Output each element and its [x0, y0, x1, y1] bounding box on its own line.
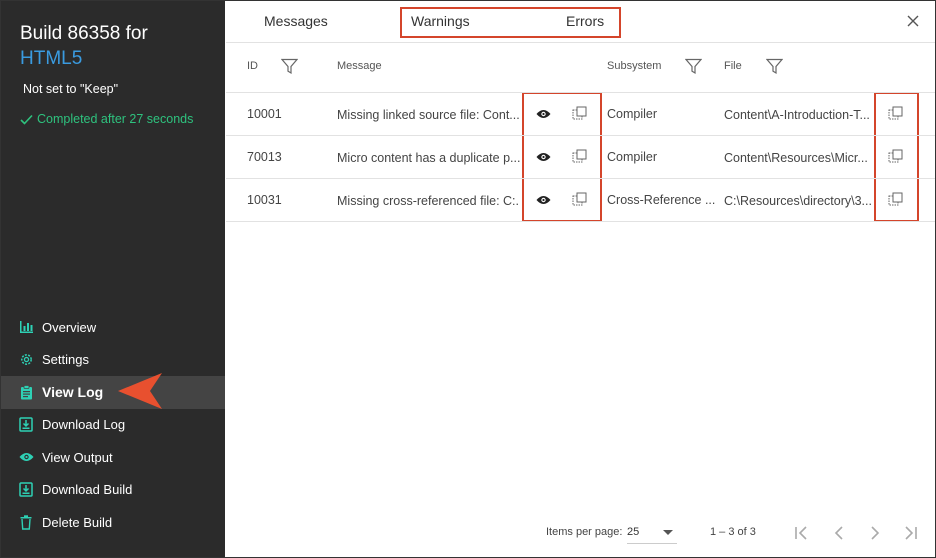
- sidebar-item-label: Settings: [42, 352, 89, 368]
- copy-icon[interactable]: [888, 149, 903, 164]
- sidebar-item-label: View Log: [42, 384, 104, 401]
- download-icon: [18, 417, 34, 433]
- sidebar-item-download-build[interactable]: Download Build: [1, 474, 225, 507]
- checkmark-icon: [20, 114, 33, 125]
- sidebar-item-settings[interactable]: Settings: [1, 344, 225, 377]
- first-page-icon[interactable]: [793, 524, 811, 542]
- build-target: HTML5: [20, 48, 83, 69]
- cell-subsystem: Compiler: [607, 150, 658, 164]
- copy-icon[interactable]: [888, 106, 903, 121]
- keep-status: Not set to "Keep": [23, 82, 119, 96]
- previous-page-icon[interactable]: [830, 524, 848, 542]
- cell-file: C:\Resources\directory\3...: [724, 194, 872, 208]
- sidebar-item-label: Delete Build: [42, 514, 113, 530]
- callout-arrow: [118, 373, 162, 409]
- copy-icon[interactable]: [572, 149, 587, 164]
- log-tabs: Messages Warnings Errors: [226, 1, 935, 43]
- items-per-page-label: Items per page:: [546, 526, 623, 538]
- tab-errors[interactable]: Errors: [566, 13, 604, 29]
- copy-icon[interactable]: [888, 192, 903, 207]
- filter-icon[interactable]: [281, 58, 298, 75]
- next-page-icon[interactable]: [866, 524, 884, 542]
- cell-id: 70013: [247, 150, 282, 164]
- cell-message: Missing linked source file: Cont...: [337, 108, 520, 122]
- completed-text: Completed after 27 seconds: [37, 112, 194, 126]
- header-id: ID: [247, 60, 258, 72]
- cell-file: Content\A-Introduction-T...: [724, 108, 870, 122]
- items-per-page-select[interactable]: 25: [627, 522, 677, 544]
- sidebar-item-label: Download Log: [42, 417, 126, 433]
- bar-chart-icon: [18, 319, 34, 335]
- filter-icon[interactable]: [685, 58, 702, 75]
- sidebar-item-label: Download Build: [42, 482, 133, 498]
- sidebar-item-delete-build[interactable]: Delete Build: [1, 506, 225, 539]
- cell-message: Micro content has a duplicate p...: [337, 151, 520, 165]
- trash-icon: [18, 514, 34, 530]
- cell-id: 10001: [247, 107, 282, 121]
- row-divider: [226, 178, 935, 179]
- cell-subsystem: Cross-Reference ...: [607, 193, 716, 207]
- copy-icon[interactable]: [572, 106, 587, 121]
- eye-icon: [18, 449, 34, 465]
- header-divider: [226, 92, 935, 93]
- close-icon[interactable]: [906, 14, 920, 28]
- cell-file: Content\Resources\Micr...: [724, 151, 868, 165]
- eye-icon[interactable]: [536, 152, 551, 162]
- row-divider: [226, 221, 935, 222]
- pagination-range: 1 – 3 of 3: [710, 526, 756, 538]
- cell-message: Missing cross-referenced file: C:...: [337, 194, 520, 208]
- sidebar-item-overview[interactable]: Overview: [1, 311, 225, 344]
- sidebar-nav: Overview Settings View Log Download Log …: [1, 311, 225, 539]
- sidebar-item-download-log[interactable]: Download Log: [1, 409, 225, 442]
- tab-messages[interactable]: Messages: [264, 13, 328, 29]
- build-title: Build 86358 for HTML5: [20, 21, 148, 71]
- sidebar-item-view-output[interactable]: View Output: [1, 441, 225, 474]
- header-file: File: [724, 60, 742, 72]
- header-subsystem: Subsystem: [607, 60, 662, 72]
- build-title-text: Build 86358 for: [20, 23, 148, 44]
- gear-icon: [18, 352, 34, 368]
- download-icon: [18, 482, 34, 498]
- eye-icon[interactable]: [536, 109, 551, 119]
- sidebar: Build 86358 for HTML5 Not set to "Keep" …: [1, 1, 225, 557]
- sidebar-item-label: View Output: [42, 449, 113, 465]
- completed-status: Completed after 27 seconds: [20, 112, 193, 126]
- header-message: Message: [337, 60, 382, 72]
- filter-icon[interactable]: [766, 58, 783, 75]
- sidebar-item-view-log[interactable]: View Log: [1, 376, 225, 409]
- items-per-page-value: 25: [627, 526, 640, 538]
- cell-subsystem: Compiler: [607, 107, 658, 121]
- sidebar-item-label: Overview: [42, 319, 97, 335]
- copy-icon[interactable]: [572, 192, 587, 207]
- clipboard-icon: [18, 384, 34, 400]
- chevron-down-icon: [663, 530, 673, 535]
- row-divider: [226, 135, 935, 136]
- eye-icon[interactable]: [536, 195, 551, 205]
- last-page-icon[interactable]: [901, 524, 919, 542]
- tab-warnings[interactable]: Warnings: [411, 13, 470, 29]
- cell-id: 10031: [247, 193, 282, 207]
